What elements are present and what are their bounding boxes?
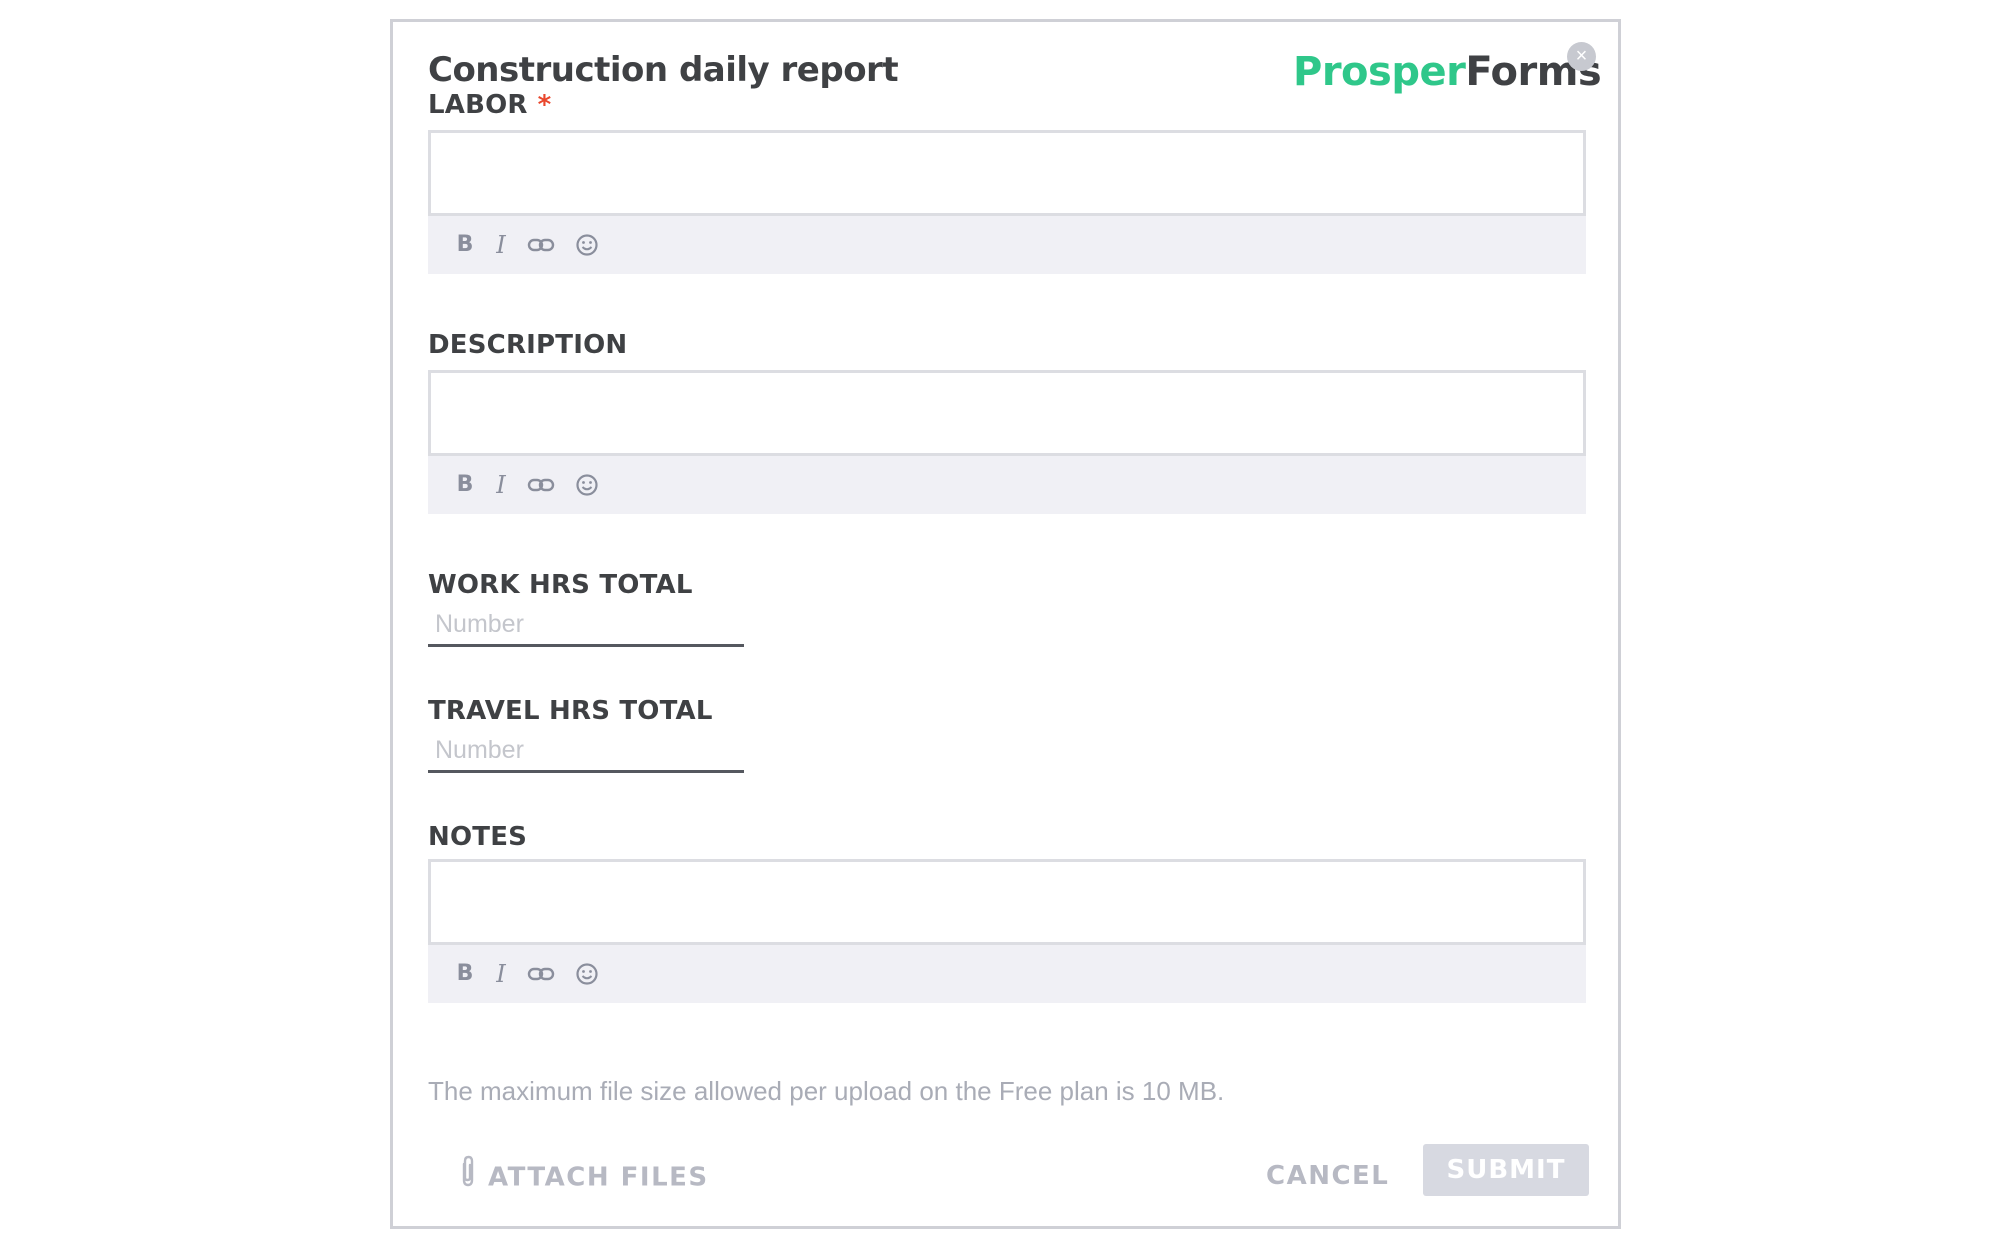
labor-label-text: LABOR [428, 90, 528, 120]
close-icon[interactable]: × [1567, 42, 1596, 71]
travel-hrs-total-label: TRAVEL HRS TOTAL [428, 696, 713, 726]
notes-toolbar: B I [428, 945, 1586, 1003]
work-hrs-total-input[interactable] [428, 606, 744, 642]
labor-text-area[interactable] [428, 130, 1586, 216]
emoji-icon[interactable] [568, 466, 606, 504]
description-toolbar: B I [428, 456, 1586, 514]
notes-label: NOTES [428, 822, 528, 852]
travel-hrs-total-input[interactable] [428, 732, 744, 768]
travel-hrs-total-field [428, 732, 744, 773]
attach-files-label: ATTACH FILES [488, 1162, 709, 1193]
prosperforms-logo: ProsperForms [1293, 47, 1602, 97]
form-title: Construction daily report [428, 50, 899, 90]
description-label: DESCRIPTION [428, 330, 628, 360]
link-icon[interactable] [522, 466, 560, 504]
notes-text-area[interactable] [428, 859, 1586, 945]
attach-files-button[interactable]: ATTACH FILES [458, 1154, 709, 1198]
paperclip-icon [458, 1154, 478, 1202]
italic-icon[interactable]: I [482, 955, 520, 993]
bold-icon[interactable]: B [446, 955, 484, 993]
link-icon[interactable] [522, 226, 560, 264]
emoji-icon[interactable] [568, 226, 606, 264]
emoji-icon[interactable] [568, 955, 606, 993]
labor-label: LABOR * [428, 90, 551, 120]
work-hrs-total-label: WORK HRS TOTAL [428, 570, 693, 600]
bold-icon[interactable]: B [446, 466, 484, 504]
italic-icon[interactable]: I [482, 226, 520, 264]
labor-rich-text-editor: B I [428, 130, 1586, 274]
description-text-area[interactable] [428, 370, 1586, 456]
file-size-info: The maximum file size allowed per upload… [428, 1076, 1225, 1106]
submit-button[interactable]: SUBMIT [1423, 1144, 1589, 1196]
description-rich-text-editor: B I [428, 370, 1586, 514]
link-icon[interactable] [522, 955, 560, 993]
work-hrs-total-field [428, 606, 744, 647]
cancel-button[interactable]: CANCEL [1266, 1154, 1389, 1198]
required-asterisk: * [537, 90, 552, 120]
logo-prosper-text: Prosper [1293, 49, 1466, 95]
notes-rich-text-editor: B I [428, 859, 1586, 1003]
labor-toolbar: B I [428, 216, 1586, 274]
italic-icon[interactable]: I [482, 466, 520, 504]
bold-icon[interactable]: B [446, 226, 484, 264]
